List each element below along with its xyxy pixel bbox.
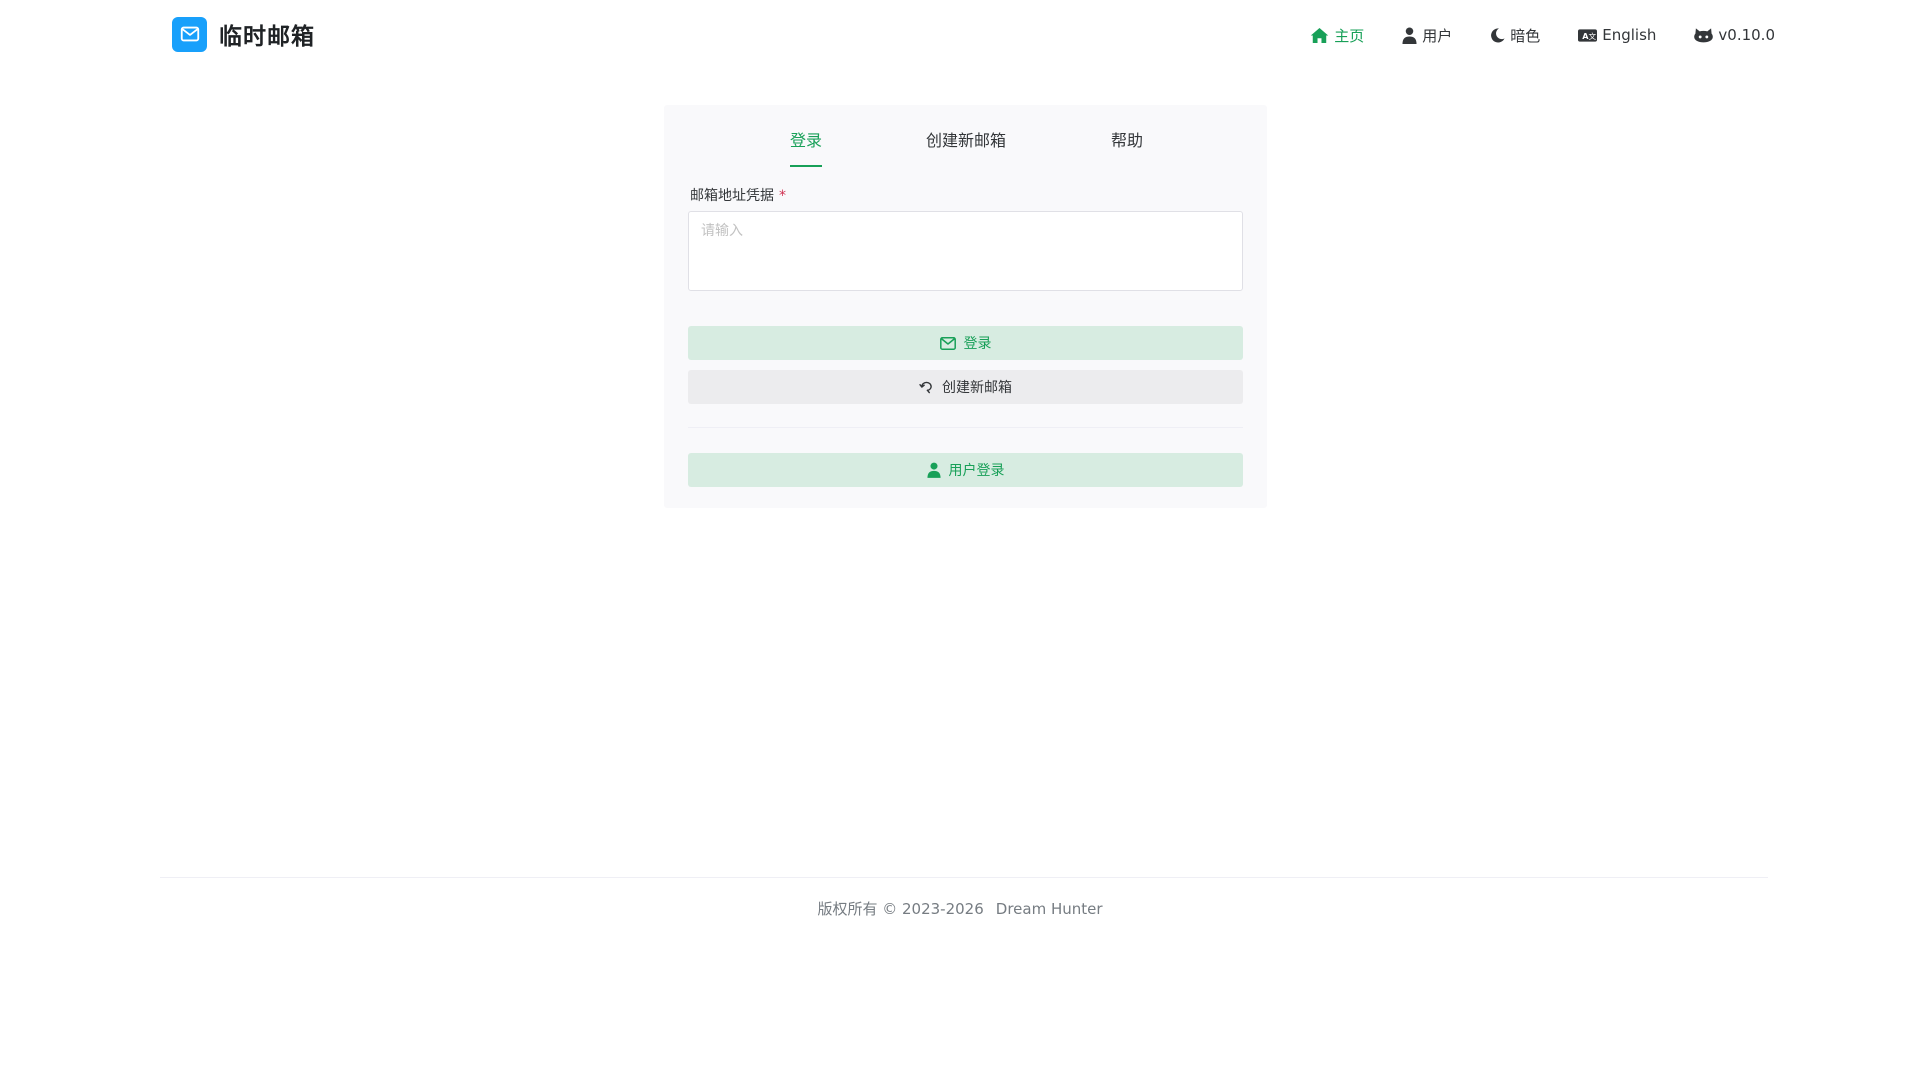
credential-label-text: 邮箱地址凭据: [690, 188, 774, 204]
copyright-text: 版权所有 © 2023-2026: [817, 900, 984, 918]
login-button-label: 登录: [963, 336, 992, 352]
user-icon: [926, 462, 941, 478]
footer-divider: [160, 877, 1768, 878]
author-link[interactable]: Dream Hunter: [996, 900, 1103, 918]
refresh-icon: [919, 381, 932, 393]
login-card: 登录 创建新邮箱 帮助 邮箱地址凭据 * 登录 创建新邮箱 用户登录: [664, 105, 1267, 508]
mail-icon: [939, 336, 956, 350]
top-nav: 主页 用户 暗色 A 文 English v0.10.0: [1272, 20, 1775, 50]
app-title: 临时邮箱: [219, 24, 315, 50]
create-mailbox-button[interactable]: 创建新邮箱: [688, 370, 1243, 404]
required-mark: *: [779, 188, 786, 204]
nav-item-version[interactable]: v0.10.0: [1694, 26, 1775, 44]
user-login-button-label: 用户登录: [948, 463, 1005, 479]
footer: 版权所有 © 2023-2026 Dream Hunter: [0, 898, 1920, 919]
divider: [688, 427, 1243, 428]
user-login-button[interactable]: 用户登录: [688, 453, 1243, 487]
tab-bar: 登录 创建新邮箱 帮助: [664, 127, 1267, 175]
user-icon: [1402, 27, 1417, 44]
tab-login[interactable]: 登录: [790, 127, 822, 151]
brand[interactable]: 临时邮箱: [172, 16, 315, 52]
home-icon: [1310, 27, 1329, 43]
active-tab-indicator: [790, 165, 822, 167]
login-button[interactable]: 登录: [688, 326, 1243, 360]
nav-label-home: 主页: [1334, 26, 1365, 45]
tab-help[interactable]: 帮助: [1111, 127, 1143, 151]
moon-icon: [1491, 27, 1505, 42]
nav-label-language: English: [1602, 26, 1657, 44]
credential-input[interactable]: [688, 211, 1243, 291]
github-icon: [1694, 28, 1714, 43]
nav-item-home[interactable]: 主页: [1310, 25, 1364, 46]
mail-logo-icon: [172, 16, 207, 52]
header: 临时邮箱 主页 用户 暗色 A 文 English v0.10.0: [0, 0, 1920, 70]
create-mailbox-button-label: 创建新邮箱: [942, 380, 1012, 396]
tab-create-mailbox[interactable]: 创建新邮箱: [926, 127, 1006, 151]
credential-label: 邮箱地址凭据 *: [690, 185, 786, 205]
nav-label-theme: 暗色: [1510, 26, 1541, 45]
nav-label-version: v0.10.0: [1718, 26, 1775, 44]
nav-item-theme[interactable]: 暗色: [1490, 25, 1540, 46]
language-icon: A 文: [1578, 28, 1598, 42]
svg-text:文: 文: [1589, 30, 1597, 40]
nav-item-language[interactable]: A 文 English: [1578, 26, 1656, 44]
nav-item-user[interactable]: 用户: [1402, 25, 1452, 46]
nav-label-user: 用户: [1422, 26, 1453, 45]
